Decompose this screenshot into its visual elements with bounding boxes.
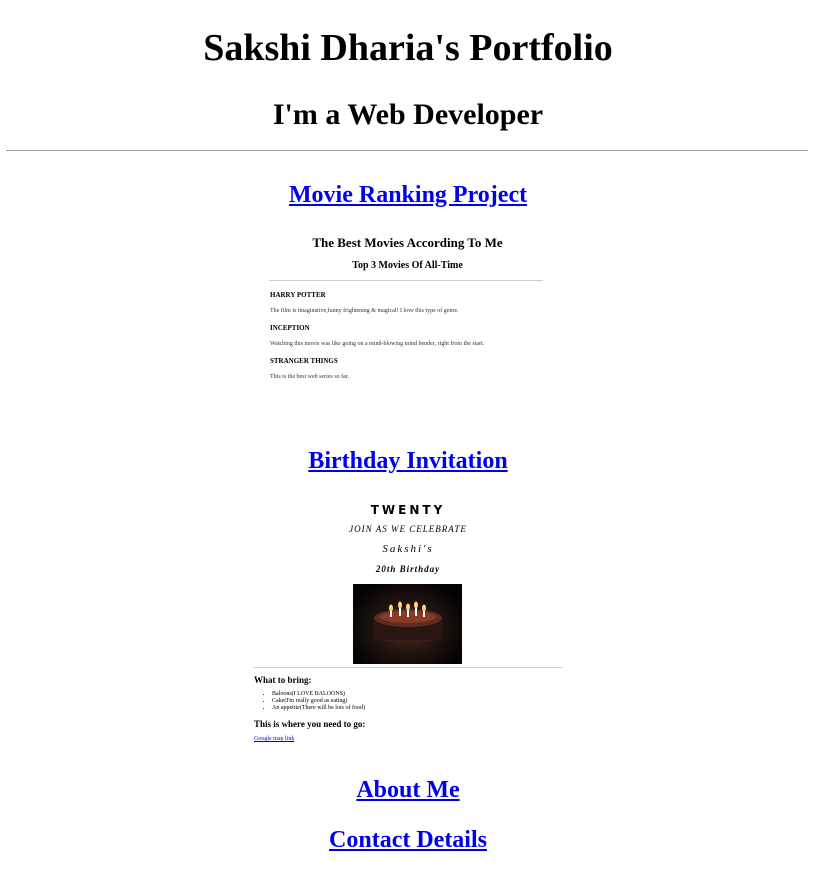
movie-preview-subheading: Top 3 Movies Of All-Time	[352, 260, 463, 271]
movie-item-text: Watching this movie was like going on a …	[270, 341, 485, 347]
birthday-name-text: Sakshi's	[382, 543, 434, 555]
movie-item-title: HARRY POTTER	[270, 291, 326, 299]
movie-item-text: The film is imaginative,funny frightenin…	[270, 308, 459, 314]
divider	[6, 150, 808, 151]
page-subtitle: I'm a Web Developer	[272, 98, 544, 131]
cake-image	[353, 584, 462, 664]
movie-preview-heading: The Best Movies According To Me	[312, 235, 503, 250]
list-item: Baloons(I LOVE BALOONS)	[272, 691, 365, 698]
about-me-link[interactable]: About Me	[0, 777, 816, 804]
list-item: An appetite(There will be lots of food)	[272, 705, 365, 712]
movie-ranking-preview[interactable]: The Best Movies According To Me Top 3 Mo…	[265, 233, 550, 393]
where-to-go-heading: This is where you need to go:	[254, 719, 366, 729]
movie-preview-divider	[269, 280, 543, 281]
birthday-divider	[254, 667, 562, 668]
birthday-join-text: JOIN AS WE CELEBRATE	[349, 524, 467, 534]
list-item: Cake(I'm really good as eating)	[272, 698, 365, 705]
page-title: Sakshi Dharia's Portfolio	[203, 27, 613, 69]
movie-ranking-link[interactable]: Movie Ranking Project	[0, 182, 816, 209]
bring-list: Baloons(I LOVE BALOONS) Cake(I'm really …	[254, 691, 365, 712]
contact-details-link[interactable]: Contact Details	[0, 827, 816, 854]
birthday-invitation-link[interactable]: Birthday Invitation	[0, 448, 816, 475]
cake-candles-icon	[374, 601, 442, 644]
movie-item-title: INCEPTION	[270, 324, 310, 332]
google-map-link[interactable]: Google map link	[254, 736, 294, 742]
movie-item-text: This is the best web series so far.	[270, 374, 349, 380]
birthday-twenty-text: TWENTY	[370, 503, 446, 517]
movie-item-title: STRANGER THINGS	[270, 357, 338, 365]
what-to-bring-heading: What to bring:	[254, 675, 312, 685]
birthday-invitation-preview[interactable]: TWENTY JOIN AS WE CELEBRATE Sakshi's 20t…	[250, 500, 566, 750]
birthday-date-text: 20th Birthday	[375, 564, 441, 574]
